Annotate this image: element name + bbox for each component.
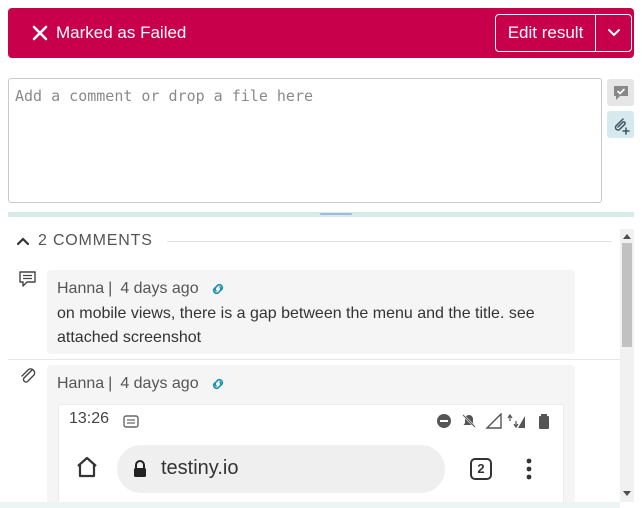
do-not-disturb-icon — [437, 414, 451, 428]
more-vert-icon — [526, 458, 532, 480]
comment-input[interactable] — [8, 78, 602, 203]
attach-file-button[interactable] — [607, 111, 634, 138]
url-bar: testiny.io — [117, 445, 445, 493]
comment-divider — [8, 359, 620, 360]
vertical-scrollbar[interactable] — [620, 229, 634, 502]
comment-check-icon — [613, 85, 628, 100]
attachment-image[interactable]: 13:26 testiny.io 2 — [58, 404, 564, 508]
attachment-icon — [21, 368, 36, 383]
edit-result-group: Edit result — [495, 14, 632, 52]
tab-count-icon: 2 — [470, 458, 492, 480]
attach-icon — [614, 117, 630, 135]
scroll-up-arrow-icon[interactable] — [623, 233, 631, 239]
storage-icon — [123, 415, 139, 428]
status-banner: Marked as Failed Edit result — [8, 8, 634, 58]
link-icon[interactable] — [209, 377, 227, 391]
comment-meta: Hanna | 4 days ago — [57, 279, 227, 299]
splitter-handle[interactable] — [320, 213, 352, 215]
comment-author: Hanna — [57, 280, 105, 297]
attachment-clock: 13:26 — [69, 410, 110, 427]
scroll-down-arrow-icon[interactable] — [623, 491, 631, 497]
add-comment-button[interactable] — [607, 79, 634, 106]
edit-result-dropdown-button[interactable] — [596, 15, 631, 51]
comment-author: Hanna — [57, 375, 105, 392]
meta-separator: | — [108, 280, 113, 297]
link-icon[interactable] — [209, 282, 227, 296]
status-label: Marked as Failed — [56, 23, 187, 42]
battery-icon — [539, 414, 549, 429]
signal-icon — [485, 413, 502, 429]
comment-time: 4 days ago — [120, 375, 199, 392]
comment-time: 4 days ago — [120, 280, 199, 297]
notifications-off-icon — [462, 414, 476, 428]
comment-meta: Hanna | 4 days ago — [57, 374, 227, 394]
test-result-panel: Marked as Failed Edit result 2 C — [0, 0, 642, 508]
comment-card: Hanna | 4 days ago on mobile views, ther… — [47, 270, 575, 354]
comment-text: on mobile views, there is a gap between … — [57, 305, 535, 346]
comments-header[interactable]: 2 COMMENTS — [16, 229, 153, 253]
lock-icon — [134, 460, 146, 477]
home-icon — [77, 456, 97, 478]
chevron-up-icon — [16, 237, 30, 246]
url-text: testiny.io — [161, 457, 239, 479]
comment-icon — [19, 271, 36, 287]
horizontal-scroll-track — [0, 502, 620, 508]
close-icon — [32, 25, 48, 41]
comments-count-title: 2 COMMENTS — [38, 232, 153, 249]
edit-result-button[interactable]: Edit result — [496, 15, 596, 51]
chevron-down-icon — [607, 29, 620, 37]
header-divider — [167, 241, 612, 242]
meta-separator: | — [108, 375, 113, 392]
network-4g-icon — [507, 413, 525, 429]
scroll-thumb[interactable] — [622, 243, 632, 347]
